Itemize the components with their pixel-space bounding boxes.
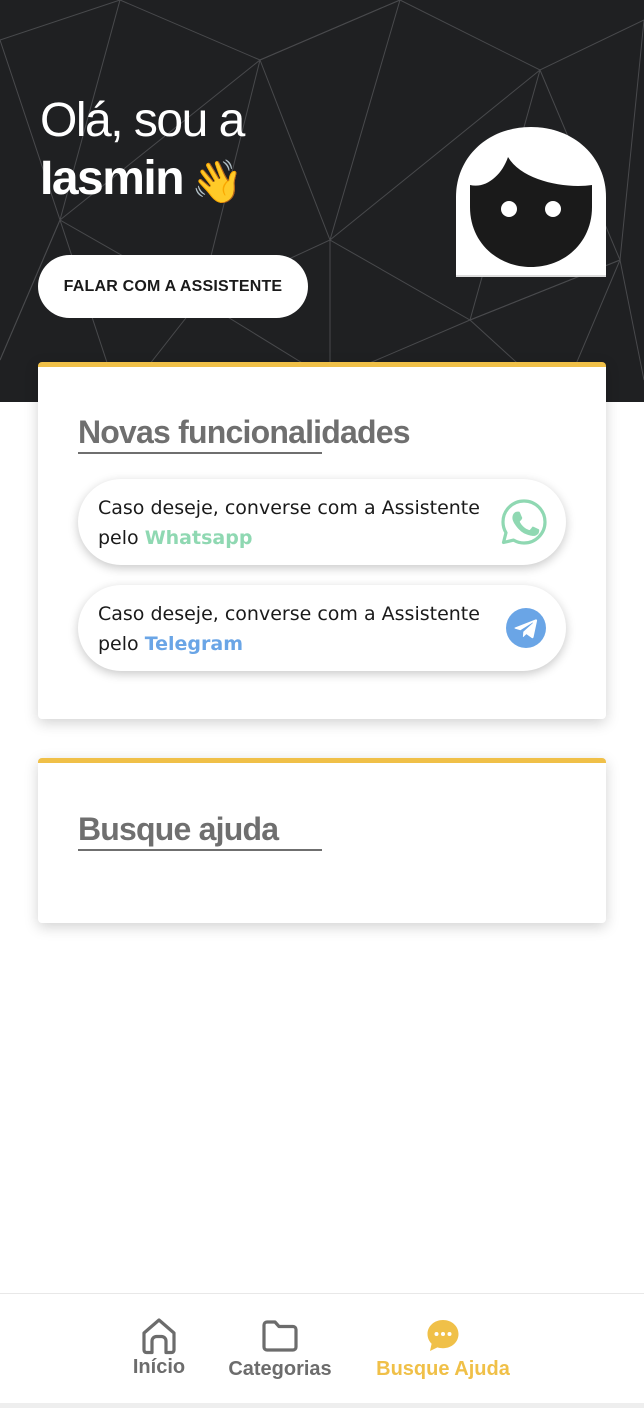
nav-item-categorias[interactable]: Categorias (220, 1294, 340, 1404)
home-icon (142, 1318, 176, 1355)
nav-item-busque-ajuda[interactable]: Busque Ajuda (368, 1294, 518, 1404)
telegram-option-line1: Caso deseje, converse com a Assistente (98, 603, 480, 625)
telegram-icon[interactable] (506, 608, 546, 648)
title-underline (78, 849, 322, 851)
search-help-card: Busque ajuda (38, 758, 606, 923)
bottom-navigation: Início Categorias Busque Ajuda (0, 1293, 644, 1403)
nav-label-categorias: Categorias (228, 1358, 332, 1380)
assistant-name: Iasmin (40, 152, 185, 205)
new-features-title: Novas funcionalidades (78, 414, 411, 450)
telegram-option-text: Caso deseje, converse com a Assistente p… (98, 599, 498, 659)
whatsapp-option-prefix: pelo (98, 527, 145, 549)
folder-icon (262, 1320, 298, 1352)
nav-item-inicio[interactable]: Início (118, 1294, 200, 1404)
telegram-chat-option[interactable]: Caso deseje, converse com a Assistente p… (78, 585, 566, 671)
title-underline (78, 452, 322, 454)
whatsapp-icon[interactable] (500, 498, 548, 546)
talk-to-assistant-button[interactable]: FALAR COM A ASSISTENTE (38, 255, 308, 318)
whatsapp-option-line1: Caso deseje, converse com a Assistente (98, 497, 480, 519)
whatsapp-option-text: Caso deseje, converse com a Assistente p… (98, 493, 498, 553)
greeting-line-2: Iasmin 👋 (40, 150, 244, 211)
nav-label-inicio: Início (132, 1356, 186, 1378)
home-indicator-strip (0, 1403, 644, 1408)
search-help-title: Busque ajuda (78, 811, 279, 847)
whatsapp-option-line2: pelo Whatsapp (98, 523, 498, 553)
wave-emoji: 👋 (191, 158, 243, 205)
chat-icon (427, 1320, 459, 1351)
whatsapp-link[interactable]: Whatsapp (145, 527, 253, 549)
whatsapp-chat-option[interactable]: Caso deseje, converse com a Assistente p… (78, 479, 566, 565)
assistant-avatar-icon (456, 127, 606, 277)
new-features-card: Novas funcionalidades Caso deseje, conve… (38, 362, 606, 719)
hero-greeting: Olá, sou a Iasmin 👋 (40, 92, 245, 211)
nav-label-busque-ajuda: Busque Ajuda (376, 1358, 510, 1380)
telegram-option-prefix: pelo (98, 633, 145, 655)
telegram-option-line2: pelo Telegram (98, 629, 498, 659)
telegram-link[interactable]: Telegram (145, 633, 243, 655)
hero-banner: Olá, sou a Iasmin 👋 FALAR COM A ASSISTENT… (0, 0, 644, 402)
greeting-line-1: Olá, sou a (40, 94, 245, 147)
